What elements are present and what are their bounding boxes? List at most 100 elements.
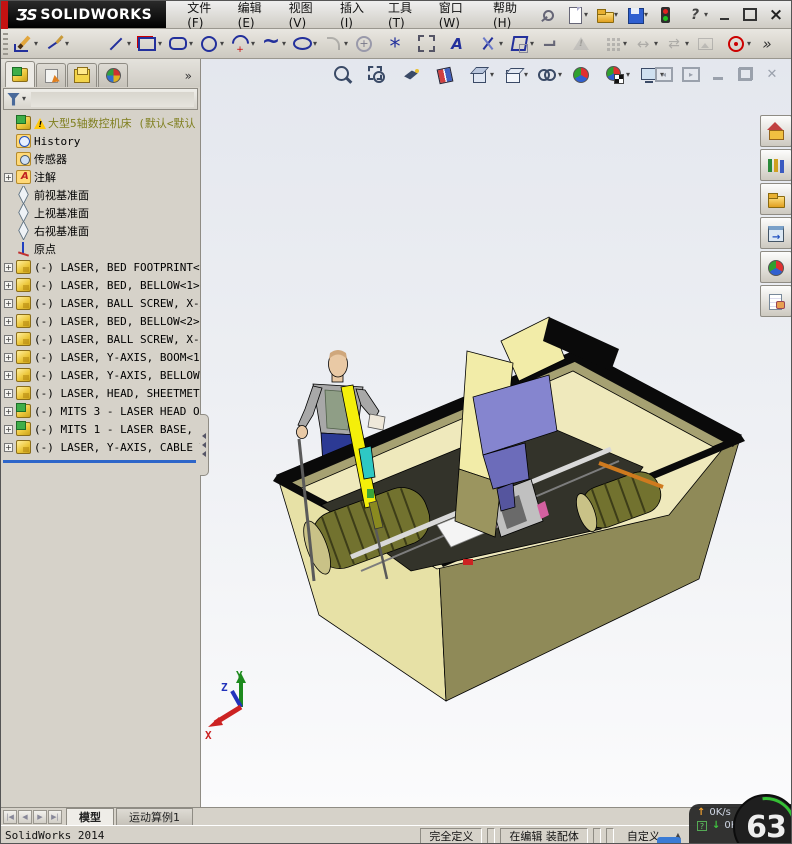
slot-icon[interactable]: ▾ [166,31,197,57]
display-style-icon[interactable]: ▾ [501,63,532,87]
apply-scene-icon[interactable]: ▾ [603,63,634,87]
tree-expander[interactable]: + [4,370,13,380]
section-view-icon[interactable] [433,63,464,87]
tree-expander[interactable]: + [4,406,13,416]
filter-input[interactable] [31,91,194,107]
sketch-fillet-icon[interactable]: ▾ [321,31,352,57]
save-icon[interactable]: ▾ [624,5,653,25]
tree-expander[interactable]: + [4,442,13,452]
tree-row[interactable]: + 原点 [4,240,200,258]
tree-row[interactable]: + (-) LASER, Y-AXIS, BELLOW< [4,366,200,384]
taskbar-peek-icon[interactable] [657,837,681,843]
toolbar-grip[interactable] [3,32,8,55]
displaymanager-tab[interactable] [98,63,128,87]
convert-entities-icon[interactable]: ▾ [507,31,538,57]
linear-pattern-icon[interactable]: ▾ [600,31,631,57]
view-selector-icon[interactable] [399,63,430,87]
circle-icon[interactable]: ▾ [197,31,228,57]
tree-row[interactable]: + 传感器 [4,150,200,168]
collapse-pane-left-icon[interactable]: ◂ [655,67,673,82]
modify-sketch-icon[interactable]: ▾ [662,31,693,57]
sketch-icon[interactable]: ▾ [11,31,42,57]
tree-row[interactable]: + (-) LASER, BALL SCREW, X-A [4,294,200,312]
new-document-icon[interactable]: ▾ [564,5,593,25]
tree-row[interactable]: + (-) LASER, HEAD, SHEETMETA [4,384,200,402]
tree-expander[interactable]: + [4,316,13,326]
edit-appearance-icon[interactable] [569,63,600,87]
overlay-help-icon[interactable]: ? [697,820,707,831]
tab-nav-button[interactable]: ▶ [33,810,47,824]
ellipse-icon[interactable]: ▾ [290,31,321,57]
tree-row[interactable]: + 注解 [4,168,200,186]
doc-restore-icon[interactable] [736,67,754,82]
help-icon[interactable]: ▾ [684,5,713,25]
doc-close-icon[interactable] [763,67,781,82]
tree-row[interactable]: + (-) LASER, BED, BELLOW<1> [4,276,200,294]
zoom-to-area-icon[interactable] [365,63,396,87]
minimize-button[interactable] [713,6,735,24]
tree-expander[interactable]: + [4,262,13,272]
tree-row[interactable]: + 大型5轴数控机床 (默认<默认 [4,114,200,132]
smart-dimension-icon[interactable]: ▾ [42,31,73,57]
tree-expander[interactable]: + [4,280,13,290]
rectangle-icon[interactable]: ▾ [135,31,166,57]
configurationmanager-tab[interactable] [67,63,97,87]
tree-expander[interactable]: + [4,388,13,398]
tree-row[interactable]: + (-) LASER, Y-AXIS, BOOM<1> [4,348,200,366]
tree-expander[interactable]: + [4,424,13,434]
file-explorer-icon[interactable] [760,183,791,215]
selection-box-icon[interactable] [414,31,445,57]
open-document-icon[interactable]: ▾ [594,5,623,25]
tree-row[interactable]: + (-) LASER, BALL SCREW, X-A [4,330,200,348]
panel-splitter-handle[interactable] [200,414,209,476]
arc-icon[interactable]: ▾ [228,31,259,57]
line-icon[interactable]: ▾ [104,31,135,57]
sketch-text-icon[interactable] [445,31,476,57]
tree-row[interactable]: + 右视基准面 [4,222,200,240]
point-icon[interactable] [383,31,414,57]
tree-row[interactable]: + History [4,132,200,150]
pin-menu-icon[interactable] [540,8,554,22]
view-palette-icon[interactable] [760,217,791,249]
tree-expander[interactable]: + [4,352,13,362]
document-tab[interactable]: 运动算例1 [116,808,193,825]
restore-button[interactable] [739,6,761,24]
zoom-to-fit-icon[interactable] [331,63,362,87]
tab-nav-button[interactable]: |◀ [3,810,17,824]
toolbar-overflow-icon[interactable] [755,31,786,57]
sketch-warning-icon[interactable] [569,31,600,57]
panel-tabs-overflow-icon[interactable]: » [185,69,198,87]
graphics-viewport[interactable]: ▾ ▾ ▾ ▾ ▾ ◂ ▸ ✕ Y Z X → [201,59,791,807]
view-orientation-icon[interactable]: ▾ [467,63,498,87]
separator[interactable] [73,31,104,57]
tree-row[interactable]: + (-) LASER, BED FOOTPRINT<1 [4,258,200,276]
tree-expander[interactable]: + [4,298,13,308]
collapse-pane-right-icon[interactable]: ▸ [682,67,700,82]
tree-row[interactable]: + (-) PART, SAMPLE, FRAME 7 [4,456,200,458]
hide-show-items-icon[interactable]: ▾ [535,63,566,87]
tree-row[interactable]: + 前视基准面 [4,186,200,204]
move-entities-icon[interactable]: ▾ [631,31,662,57]
tree-row[interactable]: + (-) MITS 3 - LASER HEAD OF [4,402,200,420]
close-button[interactable] [765,6,787,24]
instant2d-icon[interactable]: ▾ [724,31,755,57]
appearances-scenes-icon[interactable] [760,251,791,283]
document-tab[interactable]: 模型 [66,808,114,825]
spline-icon[interactable]: ▾ [259,31,290,57]
tree-row[interactable]: + (-) MITS 1 - LASER BASE, F [4,420,200,438]
propertymanager-tab[interactable] [36,63,66,87]
featuremanager-tab[interactable] [5,61,35,87]
doc-minimize-icon[interactable] [709,67,727,82]
custom-properties-icon[interactable] [760,285,791,317]
filter-funnel-icon[interactable] [7,92,20,106]
tab-nav-button[interactable]: ▶| [48,810,62,824]
design-library-icon[interactable] [760,149,791,181]
tree-row[interactable]: + 上视基准面 [4,204,200,222]
tree-expander[interactable]: + [4,334,13,344]
offset-entities-icon[interactable] [538,31,569,57]
tree-row[interactable]: + (-) LASER, Y-AXIS, CABLE T [4,438,200,456]
rebuild-traffic-light-icon[interactable] [654,5,683,25]
solidworks-resources-icon[interactable] [760,115,791,147]
tab-nav-button[interactable]: ◀ [18,810,32,824]
perimeter-circle-icon[interactable] [352,31,383,57]
